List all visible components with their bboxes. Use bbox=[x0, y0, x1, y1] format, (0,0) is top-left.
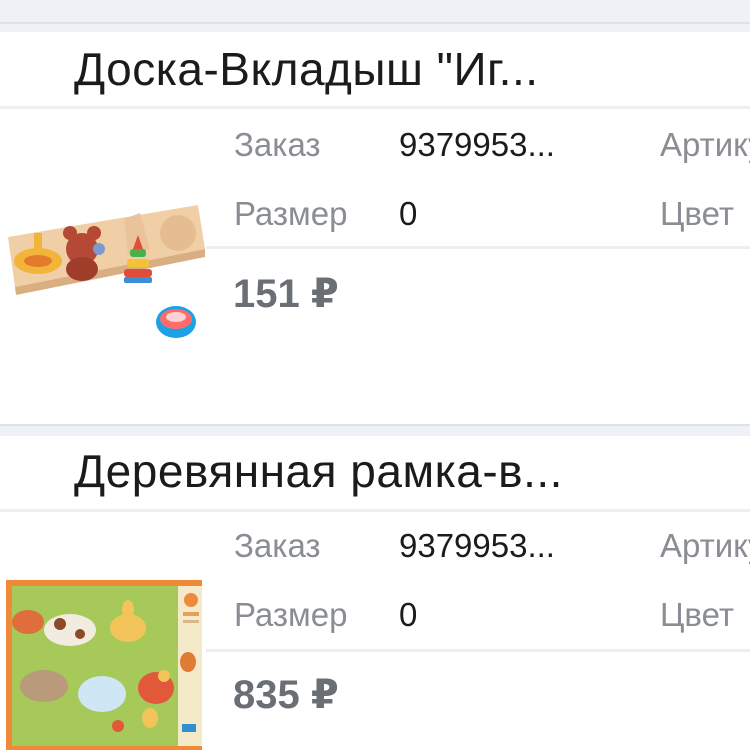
order-value: 9379953... bbox=[399, 527, 555, 564]
order-label: Заказ bbox=[234, 527, 321, 564]
item-price: 151 ₽ bbox=[233, 272, 339, 316]
item-price: 835 ₽ bbox=[233, 673, 339, 717]
size-label: Размер bbox=[234, 596, 348, 633]
order-item-card[interactable]: Доска-Вкладыш "Иг... Заказ 9379953... Ар… bbox=[0, 32, 750, 424]
size-value: 0 bbox=[399, 195, 418, 232]
order-label: Заказ bbox=[234, 126, 321, 163]
color-label: Цвет bbox=[660, 195, 734, 232]
size-label: Размер bbox=[234, 195, 348, 232]
animal-puzzle-frame-image[interactable] bbox=[0, 512, 206, 754]
item-title[interactable]: Доска-Вкладыш "Иг... bbox=[74, 42, 539, 96]
section-separator bbox=[0, 424, 750, 436]
divider bbox=[206, 649, 750, 652]
article-label: Артикул bbox=[660, 126, 750, 163]
size-value: 0 bbox=[399, 596, 418, 633]
divider bbox=[206, 246, 750, 249]
wooden-insert-board-image[interactable] bbox=[0, 109, 206, 424]
section-separator bbox=[0, 0, 750, 32]
order-item-card[interactable]: Деревянная рамка-в... Заказ 9379953... А… bbox=[0, 436, 750, 754]
item-title[interactable]: Деревянная рамка-в... bbox=[74, 444, 563, 498]
color-label: Цвет bbox=[660, 596, 734, 633]
article-label: Артикул bbox=[660, 527, 750, 564]
order-value: 9379953... bbox=[399, 126, 555, 163]
